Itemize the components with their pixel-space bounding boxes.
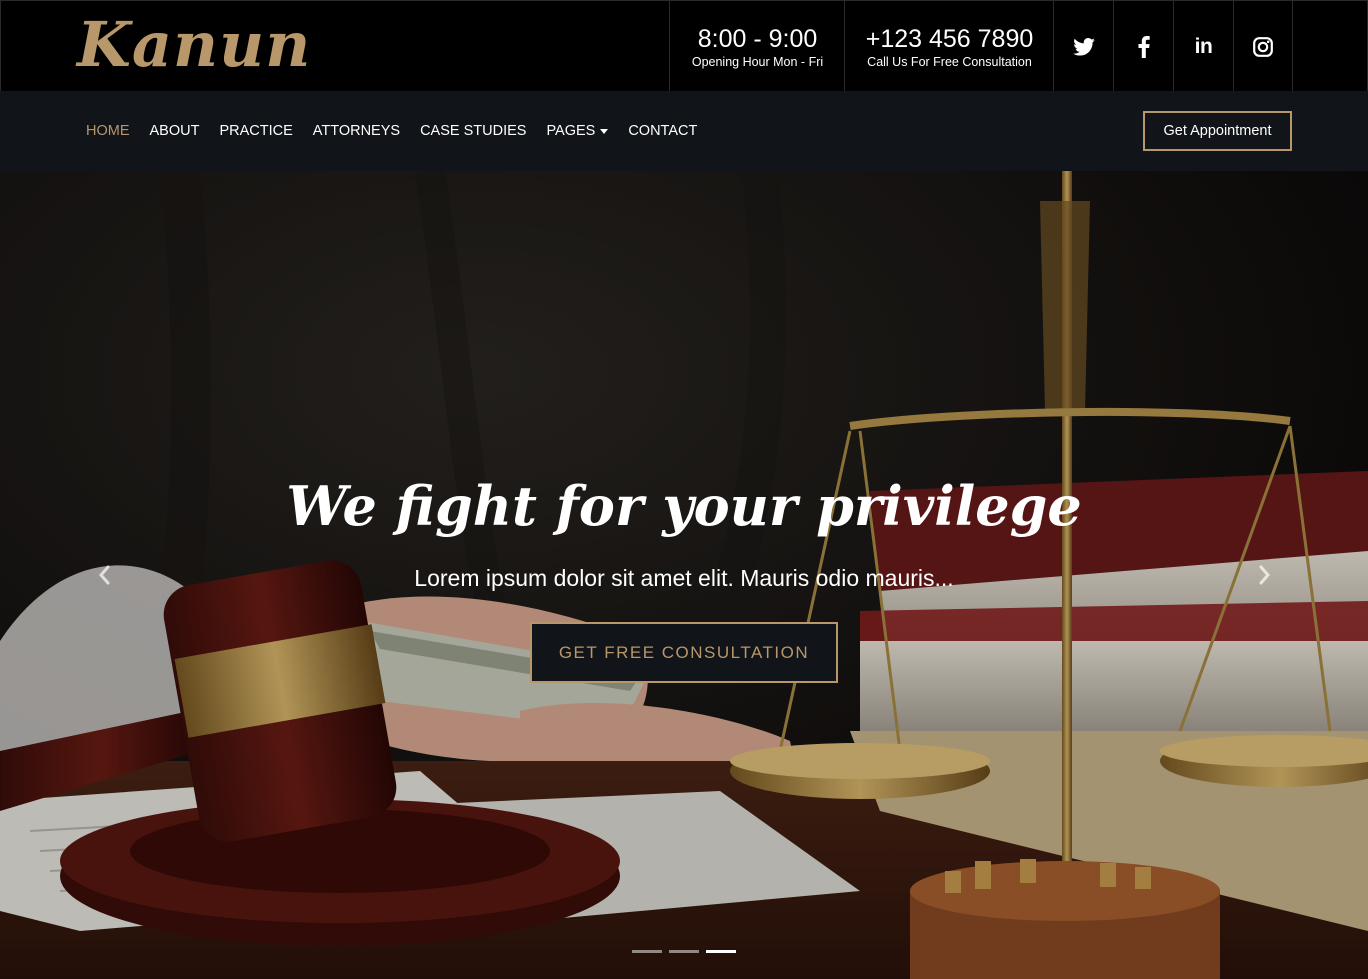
- nav-item-practice[interactable]: PRACTICE: [219, 123, 292, 139]
- nav-item-contact[interactable]: CONTACT: [628, 123, 697, 139]
- caret-down-icon: [600, 128, 609, 134]
- opening-hours-block: 8:00 - 9:00 Opening Hour Mon - Fri: [669, 1, 845, 92]
- main-navbar: HOME ABOUT PRACTICE ATTORNEYS CASE STUDI…: [0, 91, 1368, 171]
- get-appointment-button[interactable]: Get Appointment: [1143, 111, 1292, 151]
- phone-block: +123 456 7890 Call Us For Free Consultat…: [844, 1, 1054, 92]
- instagram-icon: [1253, 36, 1273, 57]
- carousel-next-button[interactable]: [1253, 565, 1277, 589]
- chevron-right-icon: [1259, 565, 1271, 590]
- instagram-link[interactable]: [1233, 1, 1293, 92]
- twitter-icon: [1072, 37, 1095, 56]
- site-logo[interactable]: Kanun: [77, 5, 311, 85]
- carousel-indicator-3[interactable]: [706, 950, 736, 953]
- nav-item-pages-label: PAGES: [546, 123, 596, 139]
- nav-item-about[interactable]: ABOUT: [150, 123, 200, 139]
- nav-item-attorneys[interactable]: ATTORNEYS: [313, 123, 400, 139]
- carousel-prev-button[interactable]: [92, 565, 116, 589]
- chevron-left-icon: [98, 565, 110, 590]
- nav-item-home[interactable]: HOME: [86, 123, 130, 139]
- linkedin-link[interactable]: in: [1173, 1, 1233, 92]
- twitter-link[interactable]: [1053, 1, 1113, 92]
- carousel-indicators: [632, 950, 743, 956]
- top-header: Kanun 8:00 - 9:00 Opening Hour Mon - Fri…: [0, 0, 1368, 92]
- hero-title: We fight for your privilege: [286, 474, 1082, 538]
- phone-number: +123 456 7890: [865, 24, 1034, 53]
- nav-menu: HOME ABOUT PRACTICE ATTORNEYS CASE STUDI…: [86, 91, 717, 171]
- linkedin-icon: in: [1194, 34, 1213, 58]
- nav-item-pages[interactable]: PAGES: [546, 123, 609, 139]
- facebook-icon: [1138, 35, 1150, 58]
- carousel-indicator-2[interactable]: [669, 950, 699, 953]
- phone-label: Call Us For Free Consultation: [867, 54, 1032, 69]
- hero-subtitle: Lorem ipsum dolor sit amet elit. Mauris …: [414, 565, 954, 591]
- hero-carousel: We fight for your privilege Lorem ipsum …: [0, 171, 1368, 979]
- opening-hours-time: 8:00 - 9:00: [697, 24, 818, 53]
- facebook-link[interactable]: [1113, 1, 1173, 92]
- nav-item-case-studies[interactable]: CASE STUDIES: [420, 123, 526, 139]
- free-consultation-button[interactable]: GET FREE CONSULTATION: [530, 622, 838, 683]
- carousel-indicator-1[interactable]: [632, 950, 662, 953]
- opening-hours-label: Opening Hour Mon - Fri: [691, 54, 824, 69]
